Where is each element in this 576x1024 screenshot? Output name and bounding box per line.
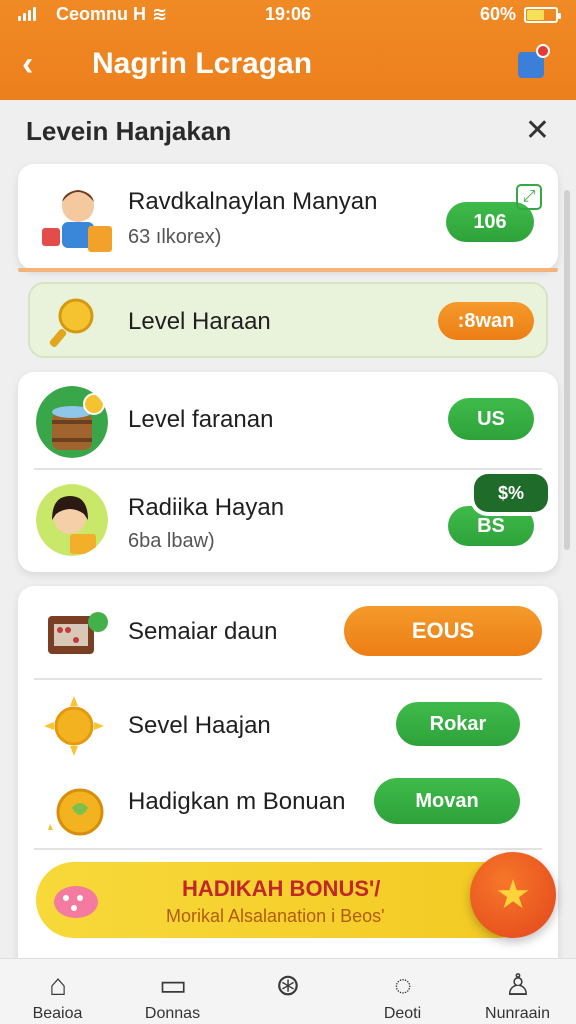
item-action-button[interactable]: EOUS <box>344 606 542 656</box>
item-action-button[interactable]: BS <box>448 506 534 546</box>
list-item[interactable]: Semaiar daun EOUS <box>18 586 558 678</box>
tab-label: Donnas <box>144 1005 201 1022</box>
item-title: Radiika Hayan <box>128 494 285 521</box>
compass-icon: ⊛ <box>275 969 301 1002</box>
tab-label: Deoti <box>383 1005 422 1022</box>
expand-icon[interactable]: ⤢ <box>516 184 542 210</box>
piggy-bank-icon <box>54 886 98 918</box>
item-title: Level faranan <box>128 406 274 433</box>
chat-icon: ◌ <box>394 969 412 1002</box>
notification-dot <box>536 44 550 58</box>
floating-badge: $% <box>474 474 548 512</box>
tab-label: Nunraain <box>485 1005 550 1022</box>
star-icon: ★ <box>495 873 531 917</box>
shopper-avatar-icon <box>42 190 112 252</box>
item-subtitle: 6ba lbaw) <box>128 530 215 552</box>
list-item[interactable]: Hadigkan m Bonuan Movan <box>18 772 558 852</box>
bag-icon: ▭ <box>158 969 188 1002</box>
bottom-tab-bar: ⌂ Beaioa ▭ Donnas ⊛ ◌ Deoti ♙ Nunraain <box>0 958 576 1024</box>
tab-home[interactable]: ⌂ Beaioa <box>0 959 115 1024</box>
close-button[interactable]: ✕ <box>525 114 550 148</box>
list-item[interactable]: Level faranan US <box>18 372 558 468</box>
card-underline <box>18 268 558 272</box>
list-item[interactable]: Sevel Haajan Rokar <box>18 680 558 772</box>
home-icon: ⌂ <box>48 969 68 1002</box>
list-item-highlighted[interactable]: Level Haraan :8wan <box>28 282 548 358</box>
close-icon: ✕ <box>524 114 550 147</box>
tab-chat[interactable]: ◌ Deoti <box>345 959 460 1024</box>
card-group: Level faranan US Radiika Hayan 6ba lbaw)… <box>18 372 558 572</box>
item-title: Semaiar daun <box>128 618 278 645</box>
item-action-button[interactable]: :8wan <box>438 302 534 340</box>
status-bar: Ceomnu H ≋ 19:06 60% <box>0 0 576 30</box>
list-item[interactable]: Ravdkalnaylan Manyan 63 ılkorex) 106 ⤢ <box>18 164 558 270</box>
abacus-icon <box>48 612 108 654</box>
chevron-left-icon: ‹ <box>22 45 34 83</box>
tab-bag[interactable]: ▭ Donnas <box>115 959 230 1024</box>
item-title: Ravdkalnaylan Manyan <box>128 188 378 215</box>
item-action-button[interactable]: Movan <box>374 778 520 824</box>
battery-percent: 60% <box>479 4 516 24</box>
star-fab-button[interactable]: ★ <box>470 852 556 938</box>
profile-button[interactable] <box>514 42 550 82</box>
item-subtitle: 63 ılkorex) <box>128 226 222 248</box>
bonus-banner[interactable]: HADIKAH BONUS'/ Morikal Alsalanation i B… <box>36 862 536 938</box>
back-button[interactable]: ‹ <box>22 44 56 84</box>
app-header: Ceomnu H ≋ 19:06 60% ‹ Nagrin Lcragan <box>0 0 576 100</box>
barrel-icon <box>36 386 108 458</box>
person-icon: ♙ <box>504 969 532 1002</box>
banner-title: HADIKAH BONUS'/ <box>182 876 381 901</box>
divider <box>34 848 542 850</box>
item-title: Sevel Haajan <box>128 712 271 739</box>
item-title: Level Haraan <box>128 308 271 335</box>
item-action-button[interactable]: US <box>448 398 534 440</box>
item-action-button[interactable]: Rokar <box>396 702 520 746</box>
banner-subtitle: Morikal Alsalanation i Beos' <box>166 906 385 926</box>
tab-profile[interactable]: ♙ Nunraain <box>460 959 575 1024</box>
key-icon <box>49 298 94 348</box>
battery-icon <box>524 7 561 23</box>
girl-avatar-icon <box>36 484 108 556</box>
scrollbar[interactable] <box>564 190 570 550</box>
sun-coin-icon <box>44 696 104 756</box>
item-title: Hadigkan m Bonuan <box>128 788 346 815</box>
gold-coin-icon <box>48 788 104 836</box>
sheet-title: Levein Hanjakan <box>26 116 232 146</box>
page-title: Nagrin Lcragan <box>92 47 313 80</box>
tab-explore[interactable]: ⊛ <box>230 959 345 1024</box>
tab-label: Beaioa <box>32 1005 83 1022</box>
